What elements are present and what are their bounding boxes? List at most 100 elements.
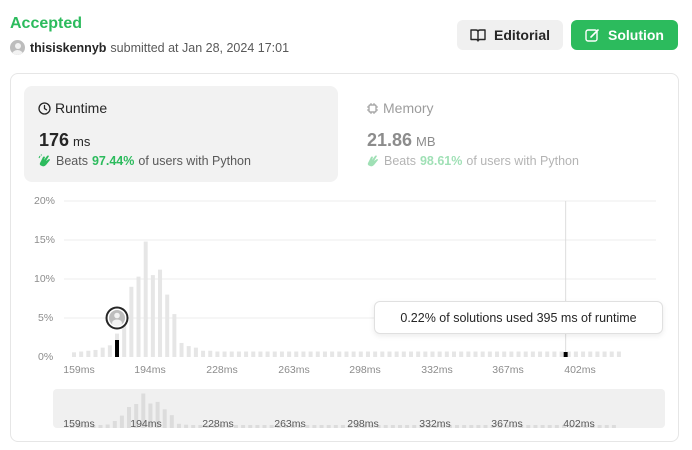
chart-bar <box>244 351 249 357</box>
chart-bar <box>473 351 478 357</box>
avatar-body <box>112 319 123 327</box>
mini-x-tick-label: 194ms <box>130 418 162 430</box>
chart-bar <box>172 314 177 357</box>
chart-bar <box>595 351 600 357</box>
chart-bar <box>401 351 406 357</box>
chart-bar <box>308 351 313 357</box>
chart-bar <box>351 351 356 357</box>
chart-bar <box>294 351 299 357</box>
chart-bar <box>516 351 521 357</box>
chart-bar <box>387 351 392 357</box>
chart-bar <box>222 351 227 357</box>
x-tick-label: 402ms <box>564 364 596 376</box>
mini-x-tick-label: 367ms <box>491 418 523 430</box>
chart-bar <box>430 351 435 357</box>
mini-x-tick-label: 332ms <box>419 418 451 430</box>
chart-bar <box>588 351 593 357</box>
chart-bar <box>538 351 543 357</box>
chart-bar <box>444 351 449 357</box>
chart-bar <box>509 351 514 357</box>
mini-x-tick-label: 298ms <box>347 418 379 430</box>
chart-bar <box>380 351 385 357</box>
chart-bar <box>93 349 98 357</box>
chart-bar <box>466 351 471 357</box>
x-tick-label: 228ms <box>206 364 238 376</box>
chart-bar <box>265 351 270 357</box>
avatar-head <box>114 312 120 319</box>
chart-bar <box>129 286 134 357</box>
chart-bar <box>423 351 428 357</box>
chart-bar <box>616 351 621 357</box>
chart-bar <box>193 347 198 357</box>
chart-bar <box>487 351 492 357</box>
hovered-bar <box>563 352 568 357</box>
chart-bar <box>215 351 220 357</box>
your-runtime-bar <box>115 340 120 357</box>
chart-bar <box>394 351 399 357</box>
chart-bar <box>136 276 141 357</box>
chart-bar <box>358 351 363 357</box>
x-tick-label: 367ms <box>492 364 524 376</box>
y-tick-label: 5% <box>38 312 54 324</box>
x-tick-label: 298ms <box>349 364 381 376</box>
chart-bar <box>186 346 191 357</box>
chart-bar <box>79 351 84 357</box>
chart-bar <box>452 351 457 357</box>
chart-bar <box>179 342 184 357</box>
chart-bar <box>344 351 349 357</box>
chart-bar <box>107 345 112 357</box>
y-tick-label: 20% <box>34 195 56 207</box>
chart-bar <box>416 351 421 357</box>
runtime-distribution-chart[interactable] <box>0 0 692 450</box>
chart-bar <box>495 351 500 357</box>
y-tick-label: 15% <box>34 234 56 246</box>
chart-bar <box>581 351 586 357</box>
chart-bar <box>287 351 292 357</box>
chart-bar <box>322 351 327 357</box>
x-tick-label: 263ms <box>278 364 310 376</box>
chart-bar <box>337 351 342 357</box>
chart-bar <box>208 350 213 357</box>
mini-x-tick-label: 228ms <box>202 418 234 430</box>
chart-bar <box>143 241 148 357</box>
chart-tooltip: 0.22% of solutions used 395 ms of runtim… <box>374 301 663 334</box>
chart-bar <box>480 351 485 357</box>
mini-x-tick-label: 263ms <box>274 418 306 430</box>
chart-bar <box>330 351 335 357</box>
chart-bar <box>459 351 464 357</box>
chart-bar <box>86 350 91 357</box>
chart-bar <box>523 351 528 357</box>
chart-bar <box>373 351 378 357</box>
chart-bar <box>150 275 155 357</box>
chart-bar <box>315 351 320 357</box>
x-tick-label: 159ms <box>63 364 95 376</box>
chart-bar <box>258 351 263 357</box>
mini-x-tick-label: 159ms <box>63 418 95 430</box>
chart-bar <box>158 269 163 357</box>
chart-bar <box>502 351 507 357</box>
chart-bar <box>365 351 370 357</box>
chart-bar <box>72 352 76 357</box>
x-tick-label: 194ms <box>134 364 166 376</box>
chart-bar <box>100 347 105 357</box>
chart-bar <box>530 351 535 357</box>
chart-bar <box>602 351 607 357</box>
chart-bar <box>201 350 206 357</box>
chart-bar <box>408 351 413 357</box>
chart-bar <box>301 351 306 357</box>
chart-bar <box>609 351 614 357</box>
chart-bar <box>165 294 170 357</box>
y-tick-label: 0% <box>38 351 54 363</box>
chart-bar <box>229 351 234 357</box>
chart-bar <box>272 351 277 357</box>
chart-bar <box>279 351 284 357</box>
chart-bar <box>437 351 442 357</box>
chart-bar <box>236 351 241 357</box>
x-tick-label: 332ms <box>421 364 453 376</box>
chart-bar <box>559 351 564 357</box>
mini-x-tick-label: 402ms <box>563 418 595 430</box>
chart-bar <box>573 351 578 357</box>
chart-bar <box>552 351 557 357</box>
y-tick-label: 10% <box>34 273 56 285</box>
chart-bar <box>545 351 550 357</box>
